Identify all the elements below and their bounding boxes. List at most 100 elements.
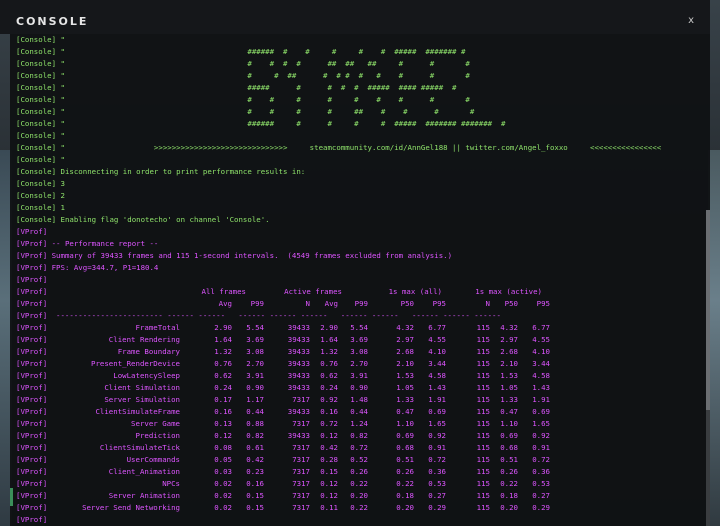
row-value: 1.64 [320, 335, 338, 344]
row-value: 0.26 [396, 467, 414, 476]
row-value: 1.91 [428, 395, 446, 404]
row-value: 1.53 [500, 371, 518, 380]
table-row: [VProf] Server Simulation 0.17 1.17 7317 0.92… [16, 394, 710, 406]
table-row: [VProf] Client Rendering 1.64 3.69 39433 1.64… [16, 334, 710, 346]
row-value: 1.32 [214, 347, 232, 356]
scrollbar-thumb[interactable] [706, 210, 710, 410]
row-value: 0.20 [500, 503, 518, 512]
row-value: 0.92 [320, 395, 338, 404]
row-value: 0.47 [500, 407, 518, 416]
row-value: 0.90 [246, 383, 264, 392]
vprof-prefix: [VProf] [16, 455, 48, 464]
console-line: [Console] " [16, 35, 65, 44]
row-label: Server Game [131, 419, 180, 428]
row-value: 115 [476, 491, 490, 500]
row-value: 1.10 [396, 419, 414, 428]
console-line: [Console] 3 [16, 179, 65, 188]
console-line: [Console] " # # # # ## # # # # [16, 107, 475, 116]
vprof-prefix: [VProf] [16, 503, 48, 512]
row-value: 7317 [292, 491, 310, 500]
vprof-prefix: [VProf] [16, 467, 48, 476]
table-row: [VProf] LowLatencySleep 0.62 3.91 39433 0.62 3… [16, 370, 710, 382]
row-value: 3.91 [246, 371, 264, 380]
console-log[interactable]: [Console] " [Console] " ###### # # # # # … [16, 34, 710, 526]
vprof-prefix: [VProf] [16, 335, 48, 344]
row-value: 3.44 [428, 359, 446, 368]
row-value: 0.26 [500, 467, 518, 476]
table-row: [VProf] Client Simulation 0.24 0.90 39433 0.2… [16, 382, 710, 394]
row-value: 0.72 [532, 455, 550, 464]
row-value: 0.29 [428, 503, 446, 512]
row-value: 1.53 [396, 371, 414, 380]
row-value: 3.44 [532, 359, 550, 368]
vprof-line: [VProf] FPS: Avg=344.7, P1=180.4 [16, 263, 159, 272]
row-value: 7317 [292, 467, 310, 476]
row-value: 0.18 [500, 491, 518, 500]
table-row: [VProf] UserCommands 0.05 0.42 7317 0.28 0.52 0… [16, 454, 710, 466]
row-value: 115 [476, 479, 490, 488]
vprof-prefix: [VProf] [16, 359, 48, 368]
row-label: Prediction [135, 431, 181, 440]
row-value: 0.22 [350, 479, 368, 488]
row-value: 3.08 [246, 347, 264, 356]
row-label: ClientSimulateTick [99, 443, 180, 452]
row-value: 0.23 [246, 467, 264, 476]
table-row: [VProf] Client_Animation 0.03 0.23 7317 0.15 0… [16, 466, 710, 478]
row-value: 0.88 [246, 419, 264, 428]
console-line: [Console] " [16, 155, 65, 164]
console-titlebar[interactable]: CONSOLE x [0, 0, 710, 34]
row-value: 0.24 [214, 383, 232, 392]
row-value: 39433 [287, 431, 310, 440]
row-value: 1.10 [500, 419, 518, 428]
console-title: CONSOLE [16, 15, 89, 28]
row-value: 0.82 [246, 431, 264, 440]
column-header: N [485, 299, 490, 308]
row-value: 0.36 [532, 467, 550, 476]
vprof-line: [VProf] Summary of 39433 frames and 115 … [16, 251, 453, 260]
row-value: 115 [476, 335, 490, 344]
vprof-prefix: [VProf] [16, 407, 48, 416]
row-label: Frame Boundary [117, 347, 180, 356]
column-header: P50 [504, 299, 518, 308]
row-value: 115 [476, 443, 490, 452]
row-value: 3.08 [350, 347, 368, 356]
selection-marker [10, 488, 13, 506]
row-value: 4.55 [532, 335, 550, 344]
row-label: Server Send Networking [82, 503, 180, 512]
row-value: 4.32 [500, 323, 518, 332]
row-value: 0.22 [500, 479, 518, 488]
close-icon[interactable]: x [688, 15, 694, 26]
console-line: [Console] " # # ## # # # # # # # # [16, 71, 470, 80]
row-value: 0.69 [500, 431, 518, 440]
row-value: 0.53 [532, 479, 550, 488]
vprof-prefix: [VProf] [16, 311, 48, 320]
row-value: 115 [476, 431, 490, 440]
row-value: 0.42 [320, 443, 338, 452]
row-value: 3.69 [350, 335, 368, 344]
column-header: P95 [432, 299, 446, 308]
row-value: 0.22 [350, 503, 368, 512]
row-value: 0.62 [320, 371, 338, 380]
row-value: 0.15 [246, 491, 264, 500]
table-row: [VProf] ClientSimulateTick 0.08 0.61 7317 0.4… [16, 442, 710, 454]
row-value: 2.90 [214, 323, 232, 332]
row-value: 0.18 [396, 491, 414, 500]
row-value: 39433 [287, 323, 310, 332]
row-value: 1.64 [214, 335, 232, 344]
row-value: 3.69 [246, 335, 264, 344]
row-value: 115 [476, 395, 490, 404]
column-header: P99 [250, 299, 264, 308]
row-value: 0.22 [396, 479, 414, 488]
console-line: [Console] " # # # # ## ## ## # # # [16, 59, 470, 68]
row-value: 0.51 [500, 455, 518, 464]
vprof-prefix: [VProf] [16, 491, 48, 500]
console-scrollbar[interactable] [706, 210, 710, 526]
row-value: 0.16 [214, 407, 232, 416]
vprof-line: [VProf] [16, 275, 48, 284]
vprof-prefix: [VProf] [16, 419, 48, 428]
row-label: NPCs [162, 479, 180, 488]
vprof-line: [VProf] [16, 227, 48, 236]
row-value: 0.05 [214, 455, 232, 464]
row-value: 4.58 [532, 371, 550, 380]
vprof-line: [VProf] [16, 515, 48, 524]
